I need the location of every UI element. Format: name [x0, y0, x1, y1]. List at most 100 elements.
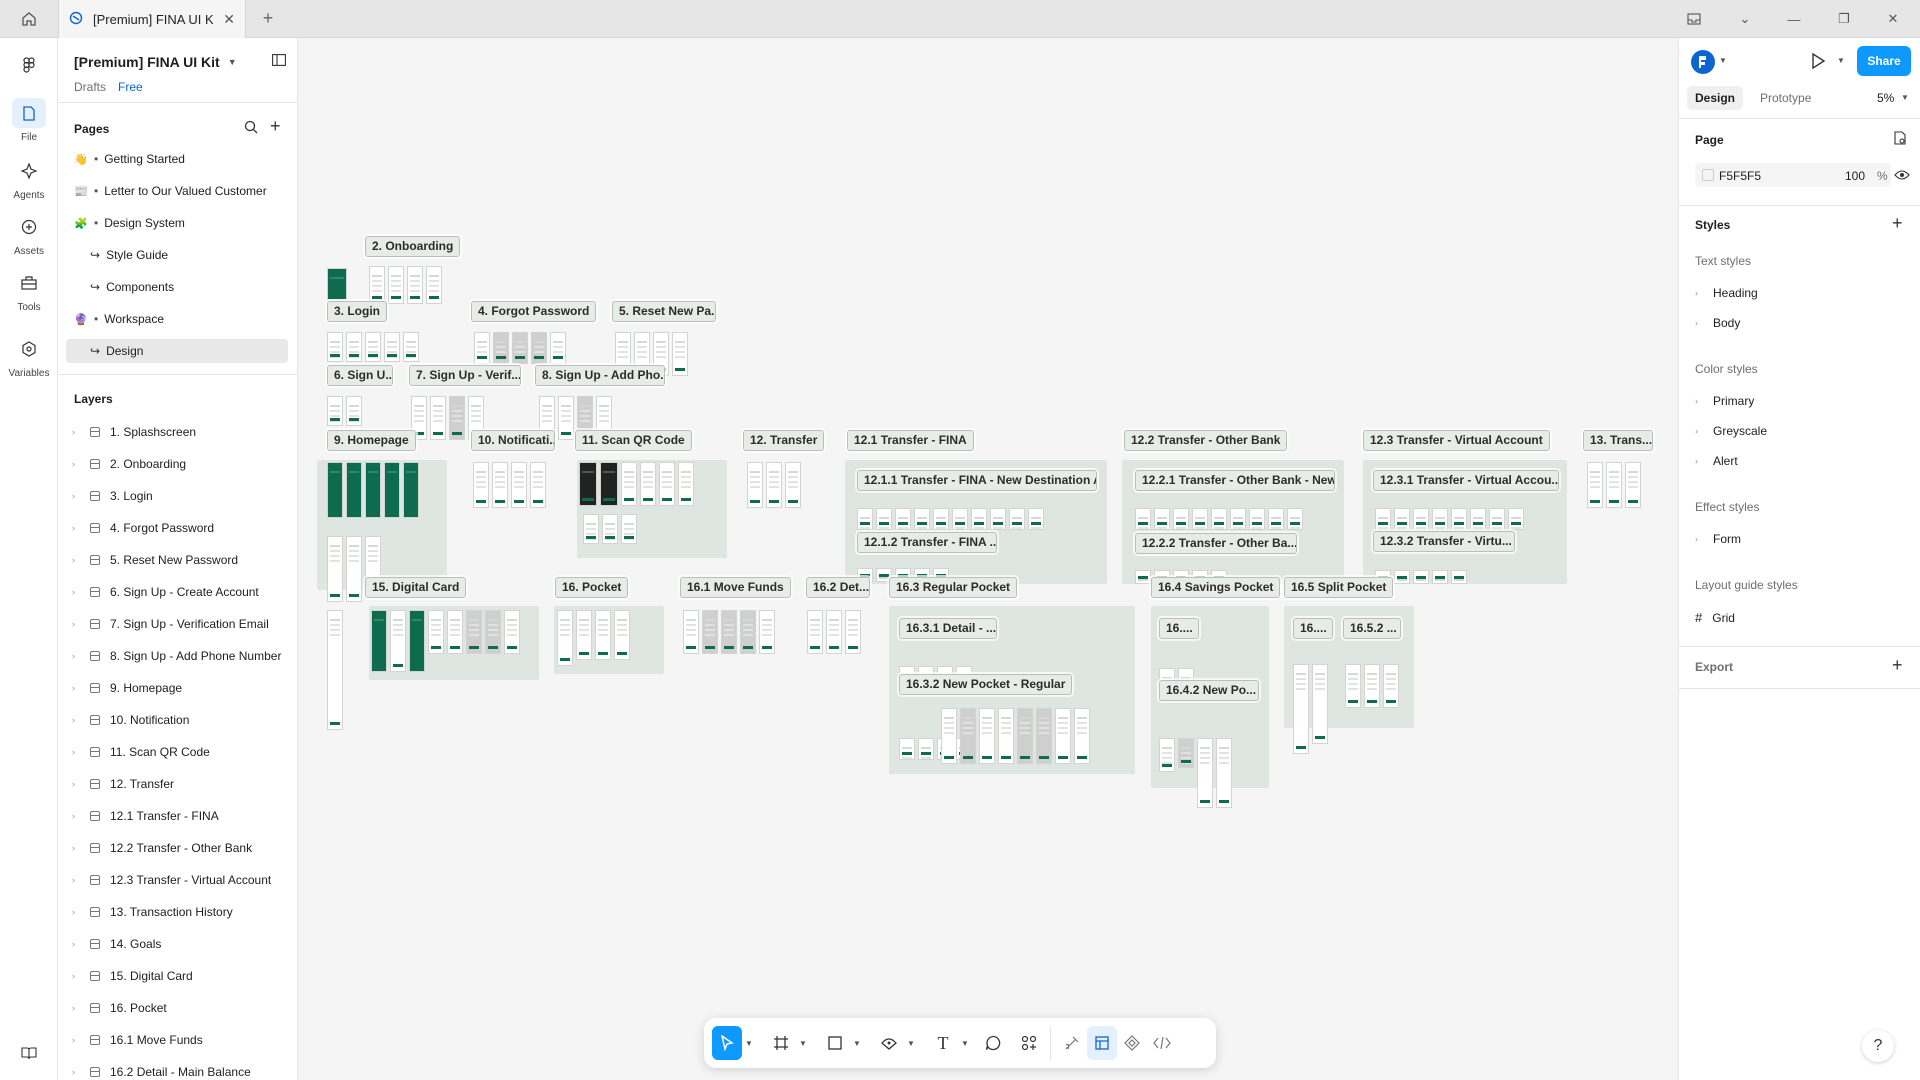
- color-swatch[interactable]: [1702, 169, 1714, 181]
- layer-item[interactable]: › 5. Reset New Password: [66, 548, 288, 572]
- frame-label[interactable]: 12.1.1 Transfer - FINA - New Destination…: [857, 470, 1097, 491]
- page-item-style-guide[interactable]: ↪ Style Guide: [66, 243, 288, 267]
- frame-label[interactable]: 16.5 Split Pocket: [1284, 577, 1394, 598]
- rectangle-tool-icon[interactable]: [820, 1026, 850, 1060]
- chevron-right-icon[interactable]: ›: [72, 427, 84, 437]
- avatar[interactable]: [1691, 50, 1715, 74]
- layer-item[interactable]: › 16.1 Move Funds: [66, 1028, 288, 1052]
- page-item-letter[interactable]: 📰 • Letter to Our Valued Customer: [66, 179, 288, 203]
- layer-item[interactable]: › 13. Transaction History: [66, 900, 288, 924]
- add-style-button[interactable]: +: [1892, 214, 1903, 232]
- tab-design[interactable]: Design: [1687, 86, 1744, 110]
- maximize-button[interactable]: ❐: [1833, 10, 1855, 28]
- style-body[interactable]: › Body: [1695, 316, 1740, 330]
- style-grid[interactable]: # Grid: [1695, 610, 1735, 625]
- frame-label[interactable]: 12.1 Transfer - FINA: [847, 430, 974, 451]
- frame-thumbs[interactable]: [1135, 508, 1303, 530]
- chevron-right-icon[interactable]: ›: [72, 587, 84, 597]
- frame-label[interactable]: 11. Scan QR Code: [575, 430, 692, 451]
- rail-tools[interactable]: Tools: [0, 268, 58, 313]
- frame-label[interactable]: 12.3.1 Transfer - Virtual Accou...: [1373, 470, 1559, 491]
- home-icon[interactable]: [16, 7, 42, 31]
- close-tab-icon[interactable]: ✕: [223, 11, 235, 28]
- frame-thumbs[interactable]: [857, 508, 1044, 530]
- inbox-icon[interactable]: [1683, 10, 1705, 28]
- frame-label[interactable]: 9. Homepage: [327, 430, 416, 451]
- chevron-down-icon[interactable]: ▼: [1837, 56, 1845, 65]
- new-tab-button[interactable]: +: [258, 8, 278, 28]
- chevron-right-icon[interactable]: ›: [72, 683, 84, 693]
- chevron-down-icon[interactable]: ▼: [958, 1039, 972, 1048]
- frame-thumbs[interactable]: [369, 266, 442, 304]
- page-item-components[interactable]: ↪ Components: [66, 275, 288, 299]
- chevron-right-icon[interactable]: ›: [72, 651, 84, 661]
- frame-label[interactable]: 4. Forgot Password: [471, 301, 597, 322]
- share-button[interactable]: Share: [1857, 46, 1911, 76]
- frame-label[interactable]: 16.3 Regular Pocket: [889, 577, 1018, 598]
- file-tab[interactable]: [Premium] FINA UI Kit ✕: [58, 0, 246, 38]
- rail-assets[interactable]: Assets: [0, 212, 58, 257]
- layer-item[interactable]: › 9. Homepage: [66, 676, 288, 700]
- frame-label[interactable]: 12.3 Transfer - Virtual Account: [1363, 430, 1550, 451]
- frame-label[interactable]: 6. Sign U...: [327, 365, 393, 386]
- frame-thumbs[interactable]: [1293, 664, 1328, 754]
- frame-label[interactable]: 10. Notificati...: [471, 430, 555, 451]
- chevron-right-icon[interactable]: ›: [72, 1067, 84, 1077]
- style-alert[interactable]: › Alert: [1695, 454, 1738, 468]
- rail-agents[interactable]: Agents: [0, 156, 58, 201]
- frame-label[interactable]: 16.5.2 ...: [1343, 618, 1401, 639]
- chevron-right-icon[interactable]: ›: [72, 491, 84, 501]
- actions-tool-icon[interactable]: [1014, 1026, 1044, 1060]
- frame-thumbs[interactable]: [327, 610, 343, 730]
- frame-thumbs[interactable]: [807, 610, 861, 654]
- layer-item[interactable]: › 2. Onboarding: [66, 452, 288, 476]
- frame-label[interactable]: 16.2 Det...: [806, 577, 870, 598]
- chevron-right-icon[interactable]: ›: [72, 907, 84, 917]
- frame-thumbs[interactable]: [474, 332, 566, 364]
- rail-variables[interactable]: Variables: [0, 334, 58, 379]
- frame-label[interactable]: 16.4 Savings Pocket: [1151, 577, 1281, 598]
- layer-item[interactable]: › 15. Digital Card: [66, 964, 288, 988]
- frame-tool-icon[interactable]: [766, 1026, 796, 1060]
- layer-item[interactable]: › 12.1 Transfer - FINA: [66, 804, 288, 828]
- chevron-right-icon[interactable]: ›: [72, 747, 84, 757]
- plan-badge[interactable]: Free: [118, 80, 143, 94]
- chevron-down-icon[interactable]: ▼: [1901, 93, 1909, 102]
- frame-thumbs[interactable]: [579, 462, 694, 506]
- frame-label[interactable]: 12.1.2 Transfer - FINA ...: [857, 532, 997, 553]
- page-color-hex[interactable]: F5F5F5: [1719, 169, 1761, 183]
- chevron-down-icon[interactable]: ⌄: [1734, 10, 1756, 28]
- frame-thumbs[interactable]: [327, 462, 419, 518]
- file-title[interactable]: [Premium] FINA UI Kit ▼: [74, 54, 237, 70]
- drafts-link[interactable]: Drafts: [74, 80, 106, 94]
- frame-thumbs[interactable]: [327, 332, 419, 362]
- frame-thumbs[interactable]: [1345, 664, 1399, 708]
- chevron-right-icon[interactable]: ›: [72, 619, 84, 629]
- style-heading[interactable]: › Heading: [1695, 286, 1758, 300]
- chevron-right-icon[interactable]: ›: [72, 939, 84, 949]
- chevron-down-icon[interactable]: ▼: [742, 1039, 756, 1048]
- chevron-right-icon[interactable]: ›: [72, 843, 84, 853]
- chevron-down-icon[interactable]: ▼: [904, 1039, 918, 1048]
- frame-label[interactable]: 12. Transfer: [743, 430, 825, 451]
- frame-thumbs[interactable]: [1375, 508, 1524, 530]
- frame-label[interactable]: 12.3.2 Transfer - Virtu...: [1373, 531, 1515, 552]
- layer-item[interactable]: › 10. Notification: [66, 708, 288, 732]
- frame-label[interactable]: 16.3.1 Detail - ...: [899, 618, 997, 639]
- layer-item[interactable]: › 1. Splashscreen: [66, 420, 288, 444]
- frame-label[interactable]: 16.1 Move Funds: [680, 577, 791, 598]
- layer-item[interactable]: › 8. Sign Up - Add Phone Number: [66, 644, 288, 668]
- layer-item[interactable]: › 3. Login: [66, 484, 288, 508]
- frame-label[interactable]: 16. Pocket: [555, 577, 629, 598]
- frame-thumbs[interactable]: [583, 514, 637, 544]
- frame-thumbs[interactable]: [327, 396, 362, 426]
- layer-item[interactable]: › 12.3 Transfer - Virtual Account: [66, 868, 288, 892]
- frame-thumbs[interactable]: [327, 268, 347, 300]
- chevron-right-icon[interactable]: ›: [72, 715, 84, 725]
- page-item-design-system[interactable]: 🧩 • Design System: [66, 211, 288, 235]
- frame-thumbs[interactable]: [941, 708, 1090, 764]
- chevron-right-icon[interactable]: ›: [72, 1003, 84, 1013]
- frame-label[interactable]: 15. Digital Card: [365, 577, 467, 598]
- layer-item[interactable]: › 11. Scan QR Code: [66, 740, 288, 764]
- frame-label[interactable]: 5. Reset New Pa...: [612, 301, 716, 322]
